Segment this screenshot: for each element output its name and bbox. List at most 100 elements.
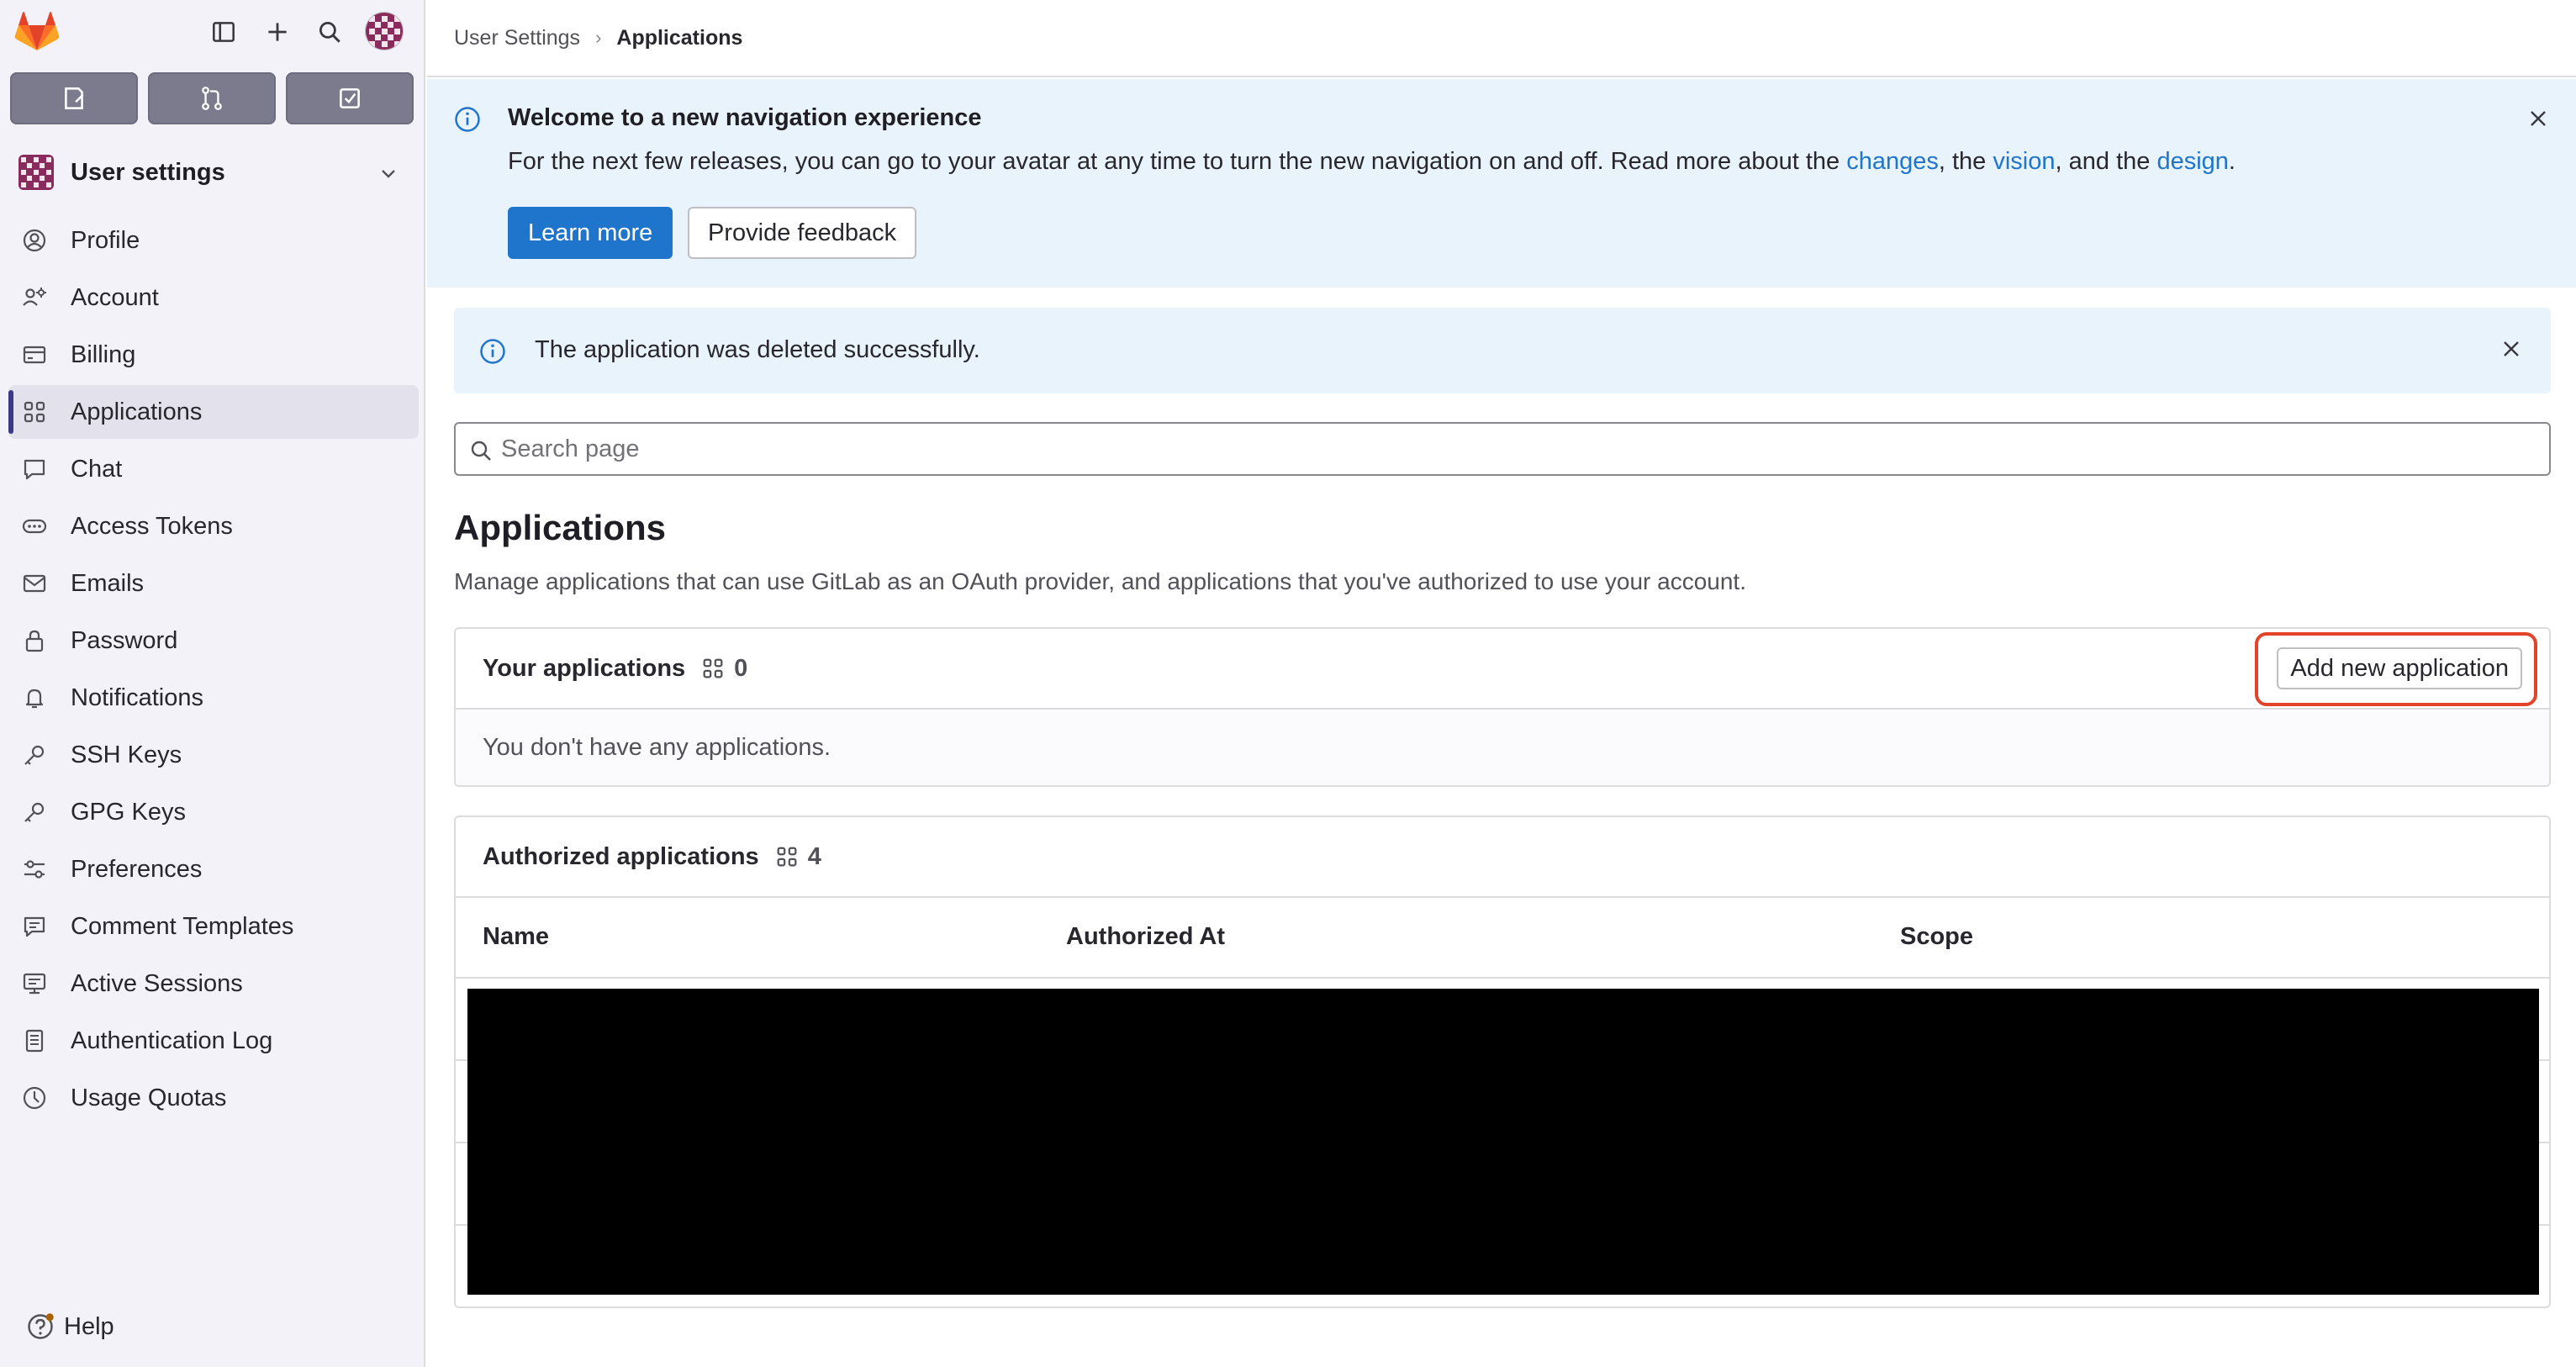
- issues-icon: [65, 87, 84, 109]
- gitlab-logo-icon[interactable]: [13, 8, 61, 55]
- welcome-text-part: , and the: [2055, 148, 2157, 175]
- sidebar-item-usage-quotas[interactable]: Usage Quotas: [8, 1071, 419, 1125]
- sidebar-item-label: Preferences: [71, 855, 203, 883]
- quota-icon: [20, 1084, 49, 1112]
- sidebar-item-label: Access Tokens: [71, 512, 233, 540]
- sidebar-item-label: GPG Keys: [71, 798, 186, 826]
- column-header-authorized-at: Authorized At: [1066, 923, 1226, 950]
- card-header: Your applications 0 Add new application: [456, 629, 2549, 710]
- your-applications-title: Your applications: [483, 654, 686, 682]
- add-new-application-button[interactable]: Add new application: [2277, 647, 2522, 689]
- chevron-down-icon: [382, 170, 395, 178]
- sidebar-item-label: SSH Keys: [71, 741, 182, 768]
- provide-feedback-button[interactable]: Provide feedback: [688, 207, 917, 259]
- sidebar-toggle-icon[interactable]: [207, 15, 240, 49]
- sidebar-item-label: Emails: [71, 569, 145, 597]
- comment-icon: [20, 455, 49, 483]
- sidebar-item-label: Account: [71, 283, 159, 311]
- applications-count: 4: [774, 843, 821, 871]
- sidebar-item-label: Password: [71, 626, 178, 654]
- lock-icon: [20, 626, 49, 655]
- assigned-issues-button[interactable]: [10, 72, 138, 124]
- sidebar-item-label: Active Sessions: [71, 969, 243, 997]
- question-circle-icon: [28, 1313, 54, 1339]
- help-button[interactable]: Help: [25, 1312, 114, 1342]
- search-icon: [471, 441, 491, 461]
- sidebar-item-profile[interactable]: Profile: [8, 214, 419, 267]
- sidebar-item-access-tokens[interactable]: Access Tokens: [8, 499, 419, 553]
- applications-icon: [20, 398, 49, 426]
- info-icon: [480, 339, 505, 364]
- sidebar-item-emails[interactable]: Emails: [8, 557, 419, 610]
- column-header-name: Name: [483, 923, 549, 950]
- sidebar-item-comment-templates[interactable]: Comment Templates: [8, 900, 419, 953]
- counter-buttons: [10, 72, 414, 124]
- count-value: 0: [734, 654, 748, 682]
- table-header: Name Authorized At Scope: [456, 898, 2549, 979]
- notifications-icon: [20, 684, 49, 712]
- user-icon: [20, 226, 49, 255]
- column-header-scope: Scope: [1900, 923, 1974, 950]
- preferences-icon: [20, 855, 49, 884]
- authorized-applications-card: Authorized applications 4 Name Authorize…: [454, 815, 2551, 1308]
- create-new-plus-icon[interactable]: [261, 15, 294, 49]
- authorized-applications-title: Authorized applications: [483, 842, 759, 870]
- changes-link[interactable]: changes: [1846, 148, 1939, 175]
- sidebar-item-label: Profile: [71, 226, 140, 254]
- empty-state-text: You don't have any applications.: [456, 710, 2549, 785]
- sidebar-item-billing[interactable]: Billing: [8, 328, 419, 382]
- user-avatar[interactable]: [365, 12, 404, 50]
- vision-link[interactable]: vision: [1993, 148, 2055, 175]
- search-icon[interactable]: [313, 15, 346, 49]
- key-icon: [20, 741, 49, 769]
- key-icon: [20, 798, 49, 826]
- close-icon[interactable]: [2524, 104, 2552, 133]
- sidebar-item-account[interactable]: Account: [8, 271, 419, 325]
- sidebar-item-notifications[interactable]: Notifications: [8, 671, 419, 725]
- design-link[interactable]: design: [2156, 148, 2228, 175]
- sidebar-item-label: Comment Templates: [71, 912, 294, 940]
- merge-request-icon: [202, 87, 222, 110]
- sidebar-item-applications[interactable]: Applications: [8, 385, 419, 439]
- context-title: User settings: [71, 158, 225, 186]
- count-value: 4: [807, 842, 821, 870]
- sidebar-item-label: Billing: [71, 340, 136, 368]
- breadcrumb-current[interactable]: Applications: [616, 26, 742, 50]
- sidebar-item-password[interactable]: Password: [8, 614, 419, 668]
- search-page-field: [454, 422, 2551, 476]
- welcome-banner: Welcome to a new navigation experience F…: [427, 79, 2576, 288]
- sidebar-item-ssh-keys[interactable]: SSH Keys: [8, 728, 419, 782]
- search-input[interactable]: [501, 430, 2519, 467]
- todos-button[interactable]: [286, 72, 414, 124]
- sidebar-item-label: Applications: [71, 398, 203, 425]
- sidebar-item-label: Usage Quotas: [71, 1084, 227, 1111]
- info-icon: [455, 107, 480, 132]
- sidebar-item-gpg-keys[interactable]: GPG Keys: [8, 785, 419, 839]
- welcome-title: Welcome to a new navigation experience: [508, 104, 982, 131]
- applications-icon: [777, 847, 797, 867]
- sidebar-item-label: Authentication Log: [71, 1027, 273, 1054]
- context-switcher[interactable]: User settings: [0, 143, 425, 202]
- sidebar-item-preferences[interactable]: Preferences: [8, 842, 419, 896]
- page-description: Manage applications that can use GitLab …: [454, 568, 1746, 594]
- close-icon[interactable]: [2497, 335, 2526, 363]
- sidebar-item-label: Chat: [71, 455, 123, 483]
- sidebar-item-active-sessions[interactable]: Active Sessions: [8, 957, 419, 1011]
- welcome-text-part: For the next few releases, you can go to…: [508, 148, 1847, 175]
- redacted-table-rows: [467, 989, 2539, 1295]
- comment-lines-icon: [20, 912, 49, 941]
- page-title: Applications: [454, 508, 667, 547]
- sidebar-item-chat[interactable]: Chat: [8, 442, 419, 496]
- credit-card-icon: [20, 340, 49, 369]
- learn-more-button[interactable]: Learn more: [508, 207, 673, 259]
- merge-requests-button[interactable]: [148, 72, 276, 124]
- sidebar-item-authentication-log[interactable]: Authentication Log: [8, 1014, 419, 1068]
- welcome-text: For the next few releases, you can go to…: [508, 148, 2236, 176]
- chevron-right-icon: ›: [595, 27, 602, 48]
- todo-checkbox-icon: [340, 88, 360, 108]
- mail-icon: [20, 569, 49, 598]
- help-label: Help: [64, 1312, 114, 1340]
- breadcrumb-parent[interactable]: User Settings: [454, 26, 580, 50]
- log-icon: [20, 1027, 49, 1055]
- account-icon: [20, 283, 49, 312]
